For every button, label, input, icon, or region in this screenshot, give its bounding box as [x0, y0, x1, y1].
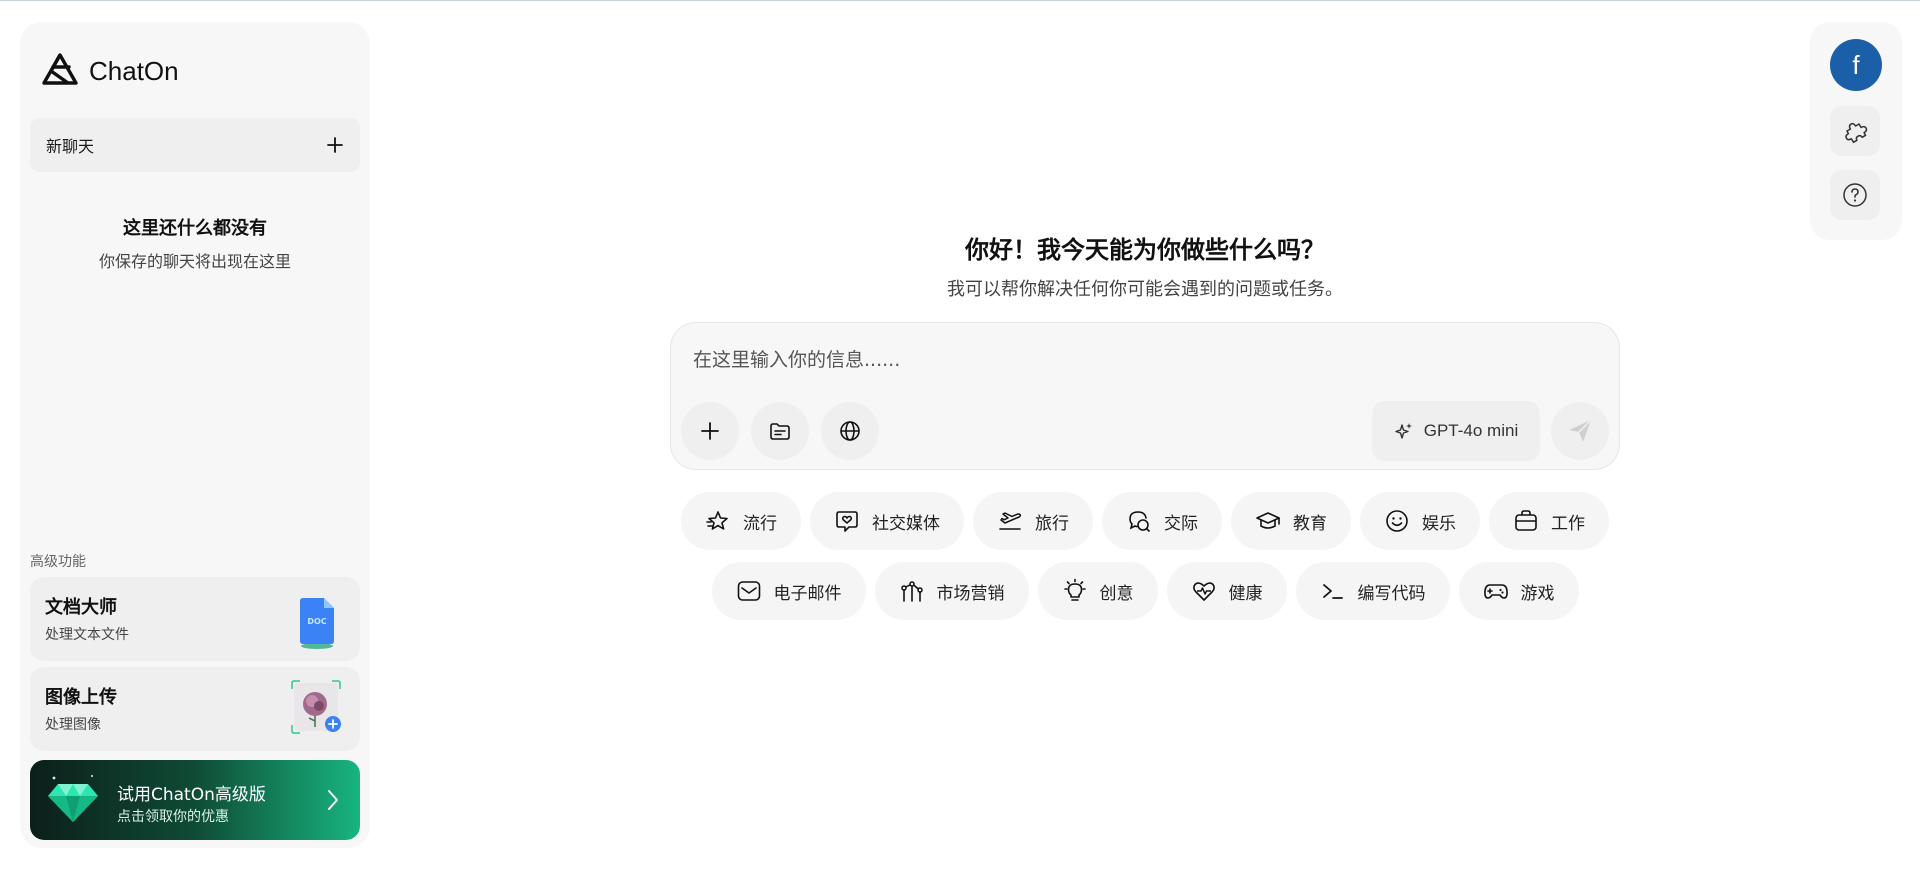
feature-title: 文档大师 — [45, 597, 117, 618]
chip-social[interactable]: 交际 — [1102, 492, 1222, 550]
new-chat-button[interactable]: 新聊天 — [30, 118, 360, 172]
chip-label: 流行 — [743, 513, 777, 534]
chip-label: 旅行 — [1035, 513, 1069, 534]
chip-work[interactable]: 工作 — [1489, 492, 1609, 550]
app-logo[interactable]: ChatOn — [39, 50, 179, 92]
promo-title: 试用ChatOn高级版 — [117, 785, 266, 805]
chevron-right-icon — [328, 790, 338, 810]
message-composer: GPT-4o mini — [670, 322, 1620, 470]
send-button[interactable] — [1551, 402, 1609, 460]
plus-icon — [701, 422, 719, 440]
chip-marketing[interactable]: 市场营销 — [874, 562, 1029, 620]
help-circle-icon — [1843, 183, 1867, 207]
terminal-icon — [1322, 584, 1343, 599]
greeting-block: 你好！我今天能为你做些什么吗？ 我可以帮你解决任何你可能会遇到的问题或任务。 — [670, 230, 1620, 301]
gamepad-icon — [1483, 584, 1508, 599]
help-button[interactable] — [1830, 170, 1880, 220]
marketing-icon — [900, 581, 923, 602]
sidebar: ChatOn 新聊天 这里还什么都没有 你保存的聊天将出现在这里 高级功能 文档… — [20, 22, 370, 848]
social-heart-icon — [836, 511, 858, 532]
right-rail: f — [1810, 22, 1902, 240]
message-input[interactable] — [691, 345, 1595, 375]
premium-section-label: 高级功能 — [30, 554, 86, 570]
graduation-cap-icon — [1256, 512, 1280, 529]
feature-card-image-upload[interactable]: 图像上传 处理图像 — [30, 667, 360, 751]
file-button[interactable] — [751, 402, 809, 460]
globe-icon — [840, 421, 860, 441]
puzzle-icon — [1845, 122, 1868, 144]
feature-subtitle: 处理图像 — [45, 717, 101, 733]
greeting-subtitle: 我可以帮你解决任何你可能会遇到的问题或任务。 — [947, 279, 1343, 300]
chip-label: 健康 — [1228, 583, 1263, 604]
star-trending-icon — [706, 511, 728, 530]
chip-health[interactable]: 健康 — [1166, 562, 1287, 620]
chip-education[interactable]: 教育 — [1231, 492, 1351, 550]
add-attachment-button[interactable] — [681, 402, 739, 460]
folder-icon — [770, 423, 790, 440]
lightbulb-icon — [1063, 578, 1086, 601]
chip-write-code[interactable]: 编写代码 — [1295, 562, 1450, 620]
chip-email[interactable]: 电子邮件 — [711, 562, 866, 620]
send-icon — [1569, 419, 1592, 442]
chip-creative[interactable]: 创意 — [1037, 562, 1158, 620]
premium-promo-banner[interactable]: 试用ChatOn高级版 点击领取你的优惠 — [30, 760, 360, 840]
svg-text:DOC: DOC — [307, 617, 326, 626]
promo-subtitle: 点击领取你的优惠 — [117, 809, 229, 825]
heart-pulse-icon — [1192, 582, 1215, 601]
suggestion-row-1: 流行 社交媒体 旅行 交际 教育 娱乐 工作 — [670, 492, 1620, 550]
chip-label: 创意 — [1099, 583, 1134, 604]
smiley-icon — [1386, 510, 1408, 532]
chip-label: 教育 — [1293, 513, 1327, 534]
chip-trending[interactable]: 流行 — [681, 492, 801, 550]
greeting-title: 你好！我今天能为你做些什么吗？ — [965, 236, 1325, 264]
diamond-icon — [48, 775, 98, 822]
mail-icon — [737, 581, 760, 601]
app-name: ChatOn — [89, 55, 179, 86]
feature-subtitle: 处理文本文件 — [45, 627, 129, 643]
empty-state-subtitle: 你保存的聊天将出现在这里 — [98, 252, 291, 271]
airplane-icon — [999, 512, 1022, 530]
extensions-button[interactable] — [1830, 106, 1880, 156]
chip-games[interactable]: 游戏 — [1458, 562, 1579, 620]
feature-card-doc-master[interactable]: 文档大师 处理文本文件 DOC — [30, 577, 360, 661]
image-upload-icon — [291, 680, 341, 734]
plus-icon — [327, 137, 343, 153]
chip-label: 工作 — [1551, 513, 1585, 534]
chat-bubbles-icon — [1129, 511, 1150, 532]
sparkle-icon — [1395, 423, 1412, 439]
new-chat-label: 新聊天 — [46, 137, 95, 156]
empty-state-title: 这里还什么都没有 — [123, 218, 267, 239]
chip-social-media[interactable]: 社交媒体 — [810, 492, 964, 550]
feature-title: 图像上传 — [45, 687, 117, 708]
top-border — [0, 0, 1920, 1]
chip-entertainment[interactable]: 娱乐 — [1360, 492, 1480, 550]
doc-file-icon: DOC — [300, 598, 334, 649]
user-avatar[interactable]: f — [1830, 39, 1882, 91]
chip-travel[interactable]: 旅行 — [973, 492, 1093, 550]
chip-label: 编写代码 — [1357, 583, 1426, 604]
suggestion-row-2: 电子邮件 市场营销 创意 健康 编写代码 游戏 — [670, 562, 1620, 620]
chip-label: 社交媒体 — [872, 513, 940, 534]
web-search-button[interactable] — [821, 402, 879, 460]
chip-label: 游戏 — [1520, 583, 1555, 604]
chaton-logo-icon — [42, 53, 78, 85]
chip-label: 市场营销 — [936, 583, 1005, 604]
chip-label: 娱乐 — [1422, 513, 1456, 534]
briefcase-icon — [1515, 510, 1537, 531]
chip-label: 交际 — [1164, 513, 1198, 534]
model-selector[interactable]: GPT-4o mini — [1372, 401, 1540, 461]
chip-label: 电子邮件 — [773, 583, 842, 604]
model-label: GPT-4o mini — [1423, 421, 1519, 440]
